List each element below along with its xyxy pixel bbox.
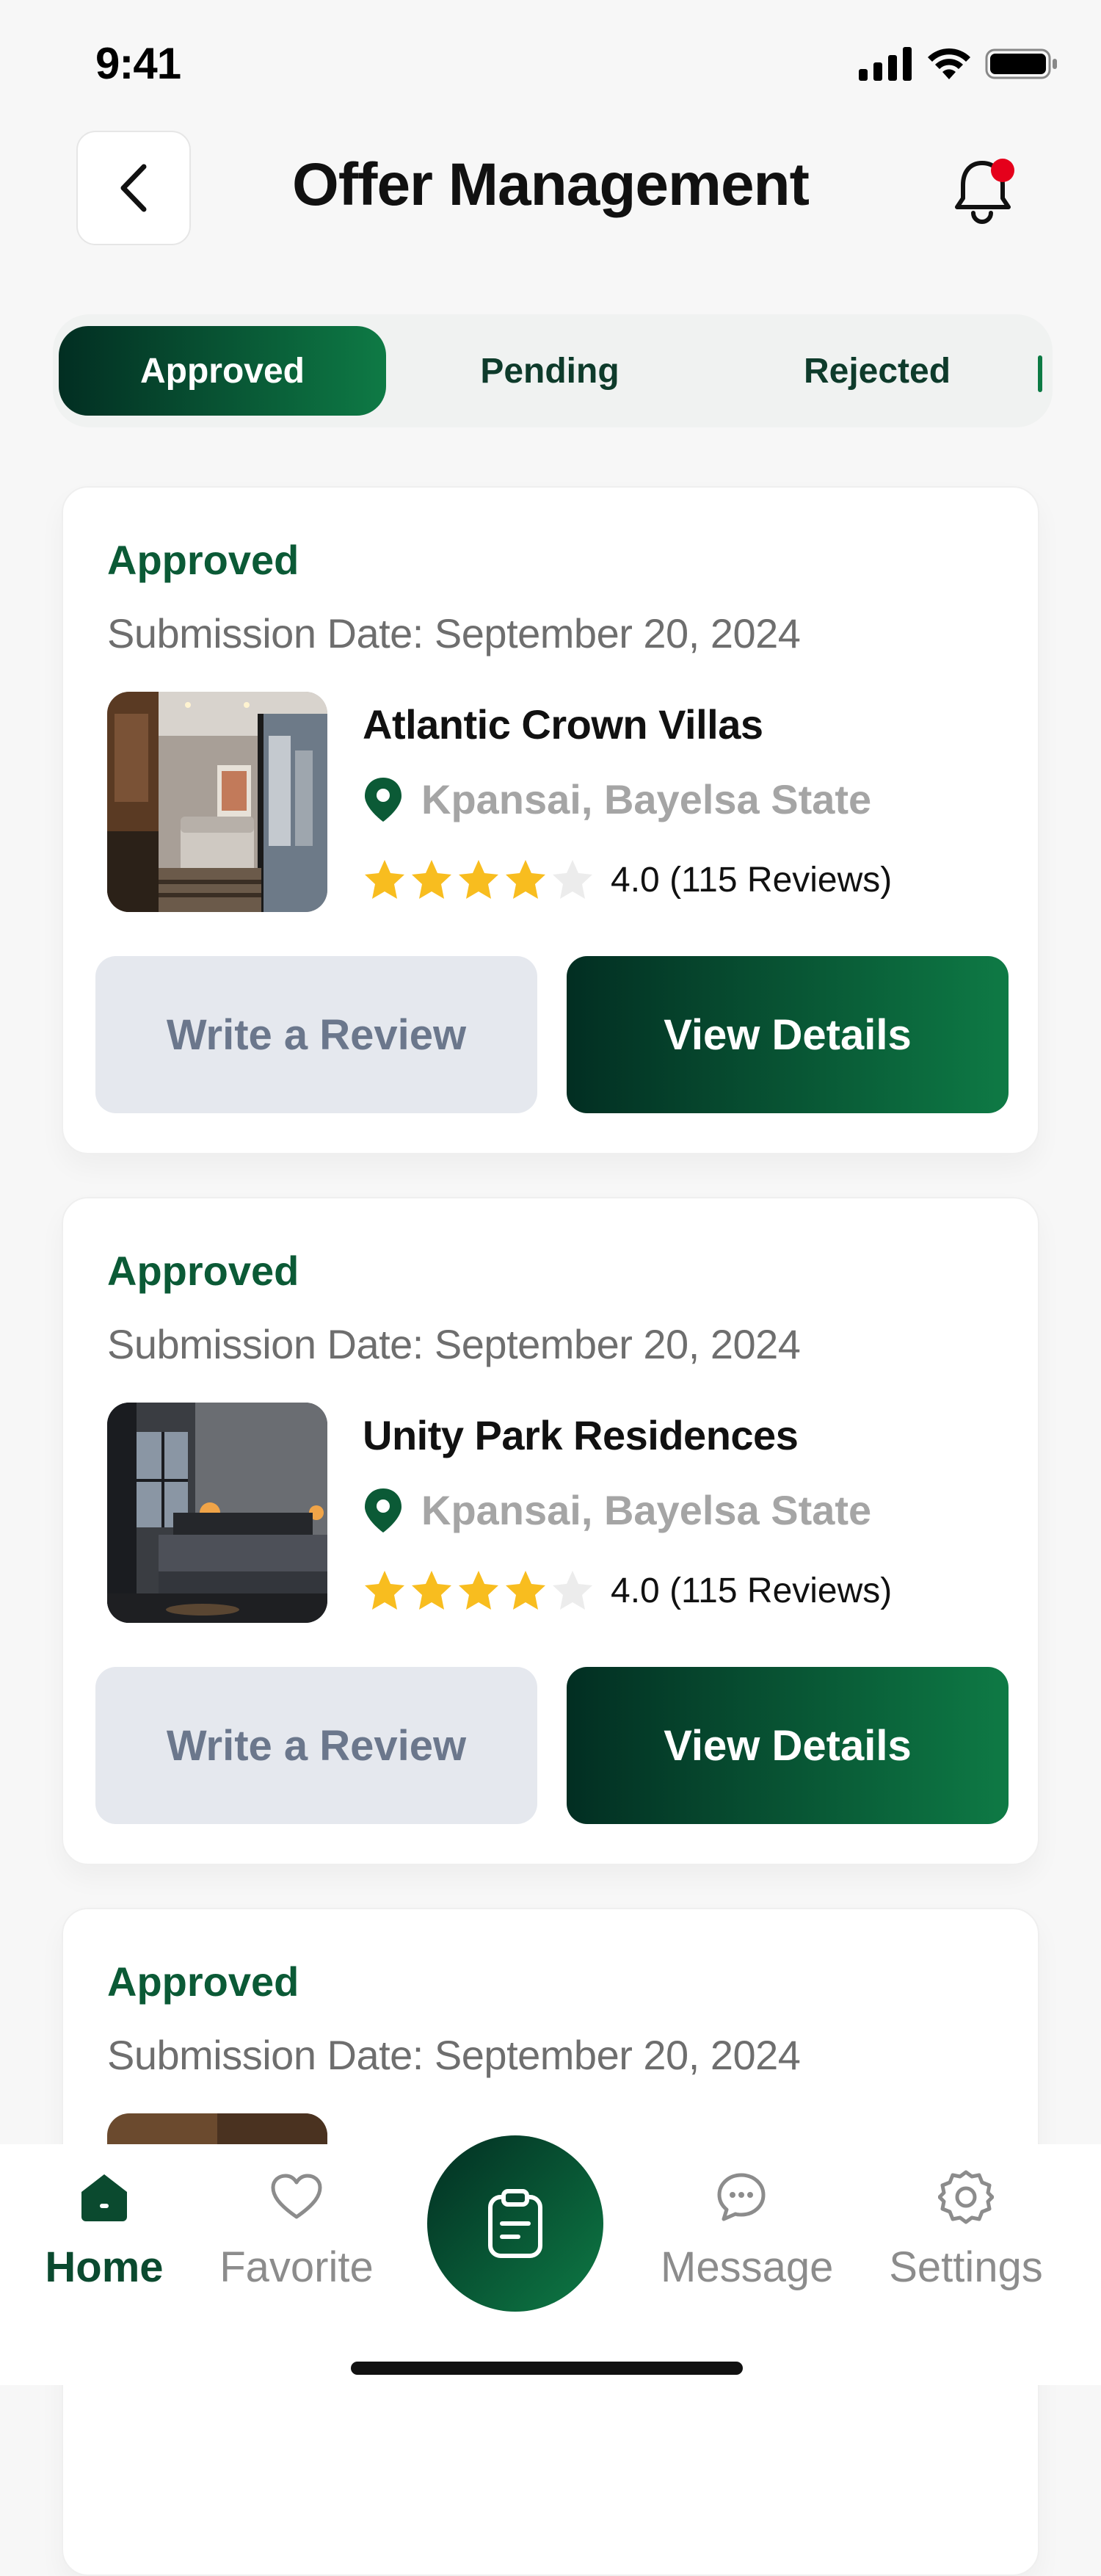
property-name: Atlantic Crown Villas [363,701,763,748]
nav-settings-label: Settings [889,2243,1043,2291]
offer-card: Approved Submission Date: September 20, … [62,1197,1039,1865]
star-icon [365,860,404,899]
nav-message[interactable]: Message [661,2166,834,2292]
nav-home-label: Home [45,2243,164,2291]
property-location: Kpansai, Bayelsa State [363,1486,871,1534]
nav-message-label: Message [661,2243,834,2291]
star-icon [506,1571,545,1610]
star-rating [363,1569,595,1613]
property-rating: 4.0 (115 Reviews) [363,858,892,902]
tab-rejected[interactable]: Rejected [713,326,1041,416]
rating-text: 4.0 (115 Reviews) [611,860,893,900]
heart-icon [271,2174,322,2219]
tab-approved[interactable]: Approved [59,326,386,416]
bottom-navigation: Home Favorite Message Settings [0,2135,1101,2385]
rating-text: 4.0 (115 Reviews) [611,1571,893,1610]
cellular-signal-icon [859,47,912,81]
property-name: Unity Park Residences [363,1412,799,1458]
star-icon [412,860,451,899]
property-thumbnail[interactable] [107,692,327,912]
home-indicator [351,2362,743,2375]
offer-card: Approved Submission Date: September 20, … [62,486,1039,1154]
property-rating: 4.0 (115 Reviews) [363,1569,892,1613]
submission-date: Submission Date: September 20, 2024 [107,2032,801,2078]
notification-button[interactable] [953,154,1019,225]
status-tabs: Approved Pending Rejected [53,314,1053,427]
location-pin-icon [365,1488,401,1533]
offers-fab-button[interactable] [427,2135,603,2312]
star-icon [459,860,498,899]
view-details-button[interactable]: View Details [567,956,1009,1113]
chat-icon [717,2173,766,2221]
star-icon [506,860,545,899]
offer-status: Approved [107,537,299,583]
notification-dot [991,159,1014,182]
star-empty-icon [553,1571,592,1610]
location-text: Kpansai, Bayelsa State [421,1487,872,1533]
gear-icon [938,2170,994,2224]
status-bar: 9:41 [0,0,1101,125]
location-pin-icon [365,777,401,822]
star-icon [459,1571,498,1610]
battery-icon [985,48,1057,79]
view-details-button[interactable]: View Details [567,1667,1009,1824]
write-review-button[interactable]: Write a Review [95,956,537,1113]
page-title: Offer Management [292,151,810,218]
status-icons [859,47,1058,81]
bell-icon [955,159,1014,224]
nav-favorite[interactable]: Favorite [216,2166,377,2292]
clipboard-icon [488,2189,542,2258]
nav-settings[interactable]: Settings [885,2166,1047,2292]
star-icon [365,1571,404,1610]
submission-date: Submission Date: September 20, 2024 [107,610,801,656]
home-icon [81,2174,127,2221]
tab-pending[interactable]: Pending [386,326,713,416]
star-empty-icon [553,860,592,899]
nav-favorite-label: Favorite [219,2243,374,2291]
property-thumbnail[interactable] [107,1403,327,1623]
offer-status: Approved [107,1958,299,2005]
submission-date: Submission Date: September 20, 2024 [107,1321,801,1367]
location-text: Kpansai, Bayelsa State [421,776,872,822]
write-review-button[interactable]: Write a Review [95,1667,537,1824]
wifi-icon [928,48,970,79]
tab-overflow-indicator [1038,355,1042,392]
nav-home[interactable]: Home [23,2166,185,2292]
star-rating [363,858,595,902]
offer-status: Approved [107,1248,299,1294]
property-location: Kpansai, Bayelsa State [363,775,871,823]
star-icon [412,1571,451,1610]
status-time: 9:41 [95,39,181,88]
